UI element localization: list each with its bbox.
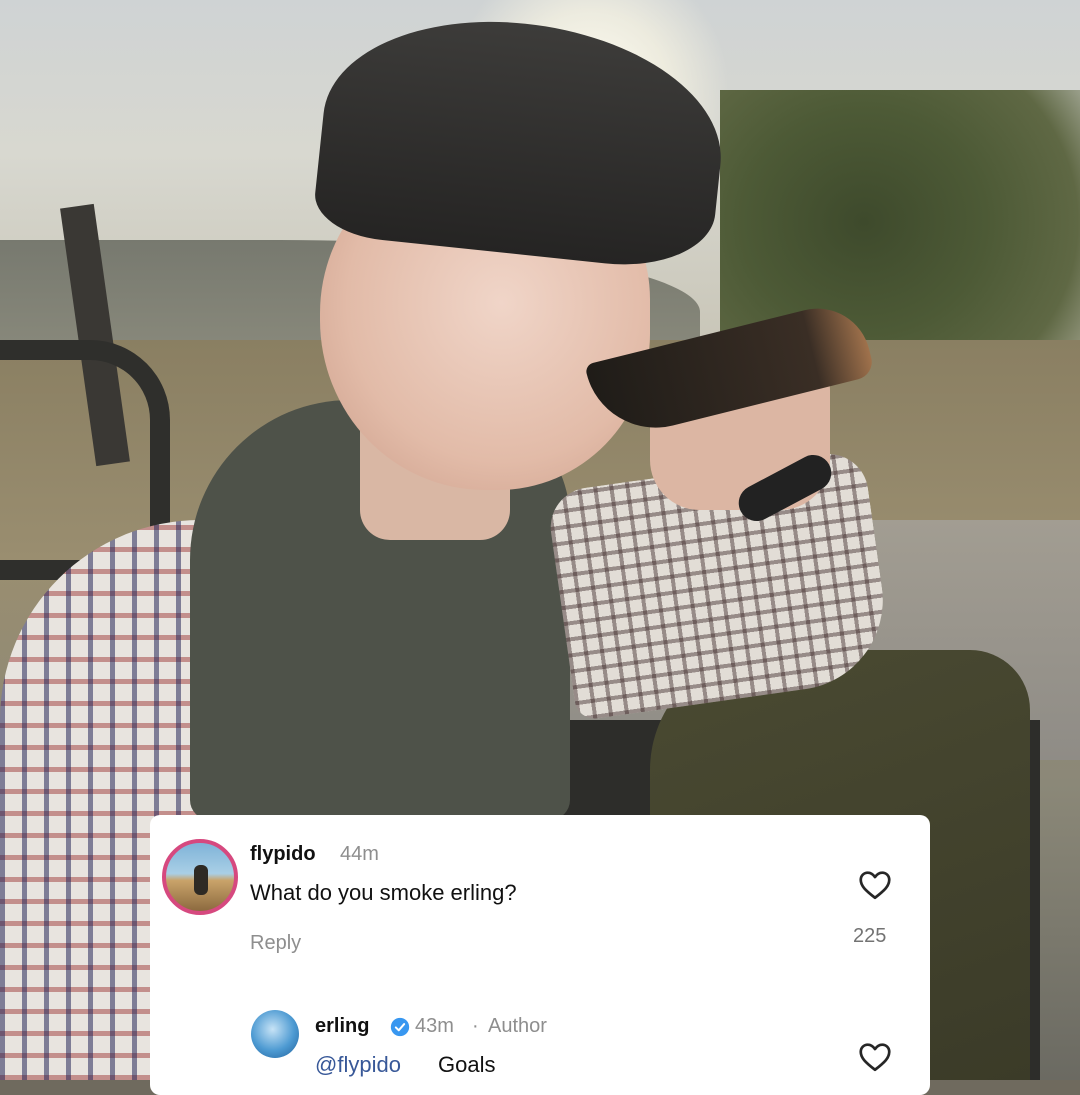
- comment-time: 43m: [415, 1015, 454, 1037]
- like-count: 225: [853, 925, 887, 947]
- heart-outline-icon[interactable]: [857, 867, 893, 903]
- comment-username[interactable]: erling: [315, 1015, 369, 1038]
- avatar[interactable]: [251, 1010, 299, 1058]
- avatar[interactable]: [162, 839, 238, 915]
- separator-dot: ·: [472, 1015, 479, 1037]
- comment-time: 44m: [340, 843, 379, 865]
- reply-button[interactable]: Reply: [250, 932, 301, 955]
- mention-link[interactable]: @flypido: [315, 1052, 401, 1078]
- author-label: Author: [488, 1015, 547, 1037]
- heart-outline-icon[interactable]: [857, 1039, 893, 1075]
- comment-text: Goals: [438, 1052, 496, 1077]
- comment-text: What do you smoke erling?: [250, 880, 517, 905]
- verified-badge-icon: [390, 1017, 410, 1037]
- comment-username[interactable]: flypido: [250, 843, 316, 866]
- comments-card: flypido 44m What do you smoke erling? Re…: [150, 815, 930, 1095]
